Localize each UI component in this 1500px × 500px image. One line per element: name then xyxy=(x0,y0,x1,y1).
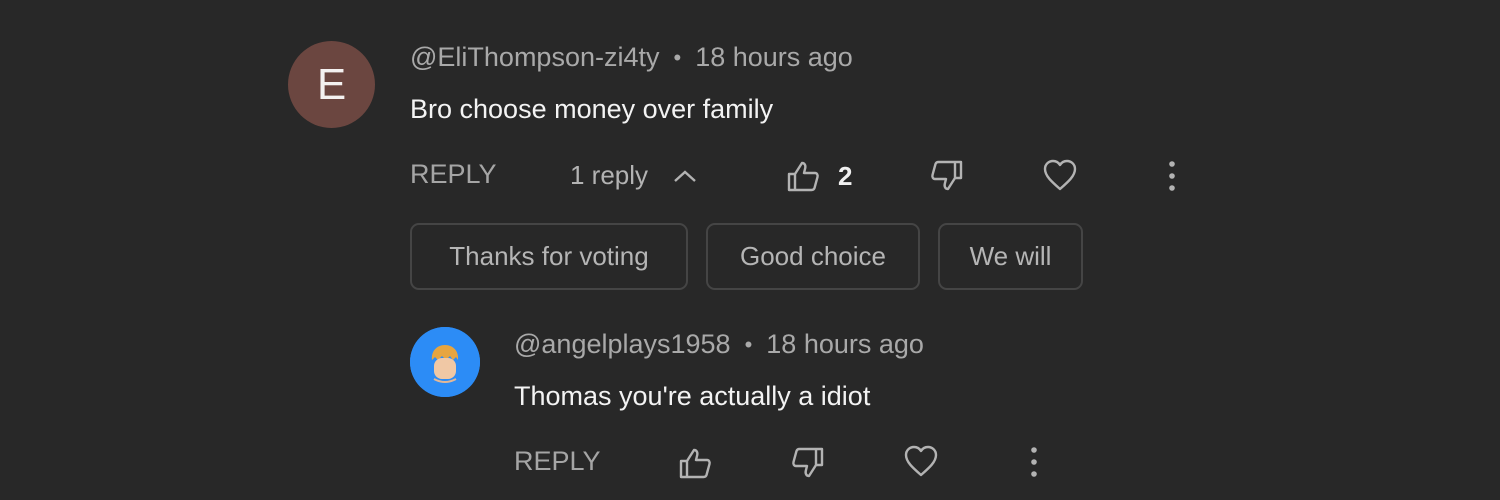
comment-author[interactable]: @EliThompson-zi4ty xyxy=(410,42,660,73)
reply-header: @angelplays1958 • 18 hours ago xyxy=(514,329,924,360)
comment-header: @EliThompson-zi4ty • 18 hours ago xyxy=(410,42,853,73)
suggestion-chip[interactable]: Good choice xyxy=(706,223,920,290)
more-vert-icon[interactable] xyxy=(1026,446,1042,478)
like-count: 2 xyxy=(838,161,853,191)
thumbs-up-icon[interactable] xyxy=(678,447,712,479)
separator-dot: • xyxy=(673,44,682,70)
more-vert-icon[interactable] xyxy=(1164,160,1180,192)
replies-toggle[interactable]: 1 reply xyxy=(570,160,698,191)
avatar-letter: E xyxy=(316,59,347,109)
suggestion-chip[interactable]: We will xyxy=(938,223,1083,290)
reply-button[interactable]: REPLY xyxy=(410,159,497,190)
thumbs-up-icon[interactable] xyxy=(786,160,820,192)
heart-icon[interactable] xyxy=(903,444,939,478)
comment-timestamp[interactable]: 18 hours ago xyxy=(695,42,853,73)
reply-timestamp[interactable]: 18 hours ago xyxy=(766,329,924,360)
reply-button[interactable]: REPLY xyxy=(514,446,601,477)
comment-text: Bro choose money over family xyxy=(410,94,774,124)
suggestion-chip[interactable]: Thanks for voting xyxy=(410,223,688,290)
reply-text: Thomas you're actually a idiot xyxy=(514,381,871,411)
avatar[interactable]: E xyxy=(288,41,375,128)
heart-icon[interactable] xyxy=(1042,158,1078,192)
avatar[interactable] xyxy=(410,327,480,397)
separator-dot: • xyxy=(744,331,753,357)
chevron-up-icon xyxy=(674,169,696,182)
thumbs-down-icon[interactable] xyxy=(791,447,825,479)
reply-author[interactable]: @angelplays1958 xyxy=(514,329,731,360)
avatar-icon xyxy=(410,327,480,397)
thumbs-down-icon[interactable] xyxy=(930,160,964,192)
comments-section: E @EliThompson-zi4ty • 18 hours ago Bro … xyxy=(0,0,1500,500)
replies-count-label: 1 reply xyxy=(570,160,649,190)
